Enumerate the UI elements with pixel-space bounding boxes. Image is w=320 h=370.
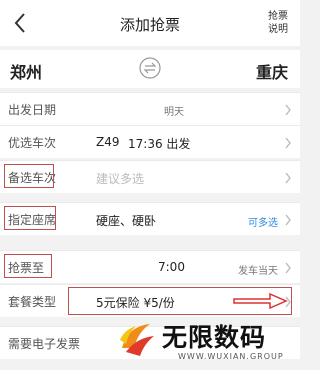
preferred-train-label: 优选车次: [8, 136, 57, 150]
grab-until-day: 发车当天: [238, 266, 278, 277]
highlight-box: [4, 206, 56, 230]
e-invoice-label: 需要电子发票: [8, 337, 81, 351]
chevron-right-icon: [285, 172, 291, 184]
watermark-logo: 无限数码 WWW.WUXIAN.GROUP: [116, 318, 300, 370]
chevron-right-icon: [285, 214, 291, 226]
help-line: 说明: [268, 24, 288, 35]
package-type-label: 套餐类型: [8, 295, 57, 309]
preferred-train-row[interactable]: 优选车次 Z49 17:36 出发: [0, 125, 300, 158]
seat-type-value: 硬座、硬卧: [96, 214, 157, 228]
chevron-right-icon: [285, 104, 291, 116]
departure-station[interactable]: 郑州: [10, 59, 42, 83]
arrival-station[interactable]: 重庆: [256, 59, 288, 83]
departure-date-value: 明天: [164, 107, 184, 118]
grab-until-time: 7:00: [158, 260, 185, 274]
backup-trains-placeholder: 建议多选: [96, 172, 145, 186]
departure-date-label: 出发日期: [8, 103, 57, 117]
preferred-train-time: 17:36 出发: [128, 137, 191, 151]
departure-date-row[interactable]: 出发日期 明天: [0, 92, 300, 125]
logo-swirl-icon: [120, 324, 154, 356]
logo-name: 无限数码: [162, 323, 267, 352]
top-bar: 添加抢票 抢票 说明: [0, 0, 300, 46]
swap-stations-icon[interactable]: [139, 57, 161, 79]
chevron-right-icon: [285, 137, 291, 149]
highlight-box: [4, 254, 52, 278]
multi-select-hint[interactable]: 可多选: [248, 214, 278, 229]
page-title: 添加抢票: [119, 16, 180, 34]
preferred-train-number: Z49: [96, 135, 120, 149]
grab-ticket-help-link[interactable]: 抢票 说明: [264, 10, 292, 36]
arrow-right-icon: [233, 292, 288, 310]
highlight-box: [4, 164, 54, 188]
chevron-right-icon: [285, 262, 291, 274]
logo-url: WWW.WUXIAN.GROUP: [178, 352, 284, 361]
help-line: 抢票: [268, 11, 288, 22]
station-selector: 郑州 重庆: [0, 50, 300, 88]
